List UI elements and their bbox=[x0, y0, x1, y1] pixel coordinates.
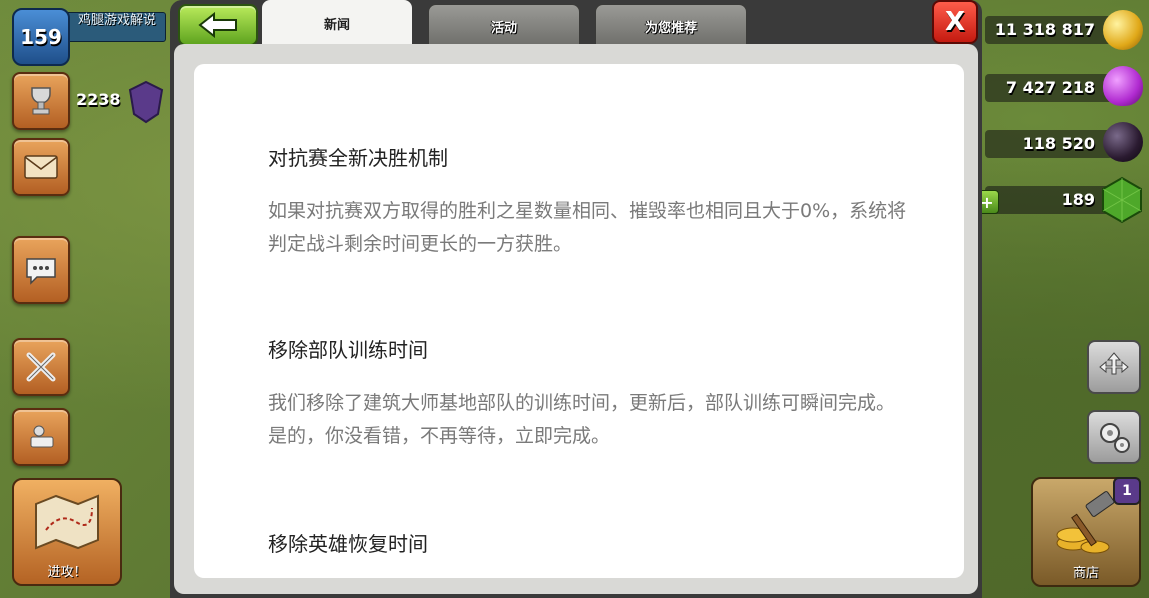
shop-button[interactable]: 1 商店 bbox=[1031, 477, 1141, 587]
news-article: 移除部队训练时间 我们移除了建筑大师基地部队的训练时间，更新后，部队训练可瞬间完… bbox=[268, 334, 908, 453]
news-dialog: 新闻 活动 为您推荐 X 对抗赛全新决胜机制 如果对抗赛双方取得的胜利之星数量相… bbox=[170, 0, 982, 598]
right-hud: 11 318 817 7 427 218 118 520 189 + 1 商店 bbox=[975, 0, 1149, 598]
back-button[interactable] bbox=[178, 4, 258, 46]
hammer-coins-icon bbox=[1056, 491, 1115, 554]
builder-icon bbox=[30, 425, 54, 448]
elixir-drop-icon bbox=[1103, 66, 1143, 106]
tab-events[interactable]: 活动 bbox=[428, 4, 580, 48]
gold-value: 11 318 817 bbox=[994, 20, 1095, 39]
news-article: 对抗赛全新决胜机制 如果对抗赛双方取得的胜利之星数量相同、摧毁率也相同且大于0%… bbox=[268, 142, 908, 261]
left-hud: 159 鸡腿游戏解说 2238 进攻！ bbox=[0, 0, 170, 598]
attack-button[interactable]: 进攻！ bbox=[12, 478, 122, 586]
close-button[interactable]: X bbox=[932, 0, 978, 44]
tab-news-label: 新闻 bbox=[323, 17, 350, 33]
tab-recommended-label: 为您推荐 bbox=[644, 20, 697, 36]
league-shield-icon bbox=[128, 80, 164, 124]
article-body: 如果对抗赛双方取得的胜利之星数量相同、摧毁率也相同且大于0%，系统将判定战斗剩余… bbox=[268, 200, 907, 255]
dark-elixir-value: 118 520 bbox=[1022, 134, 1095, 153]
gold-bar: 11 318 817 bbox=[985, 16, 1113, 44]
dark-elixir-drop-icon bbox=[1103, 122, 1143, 162]
news-article: 移除英雄恢复时间 bbox=[268, 528, 908, 557]
plus-icon: + bbox=[980, 192, 994, 212]
chat-button[interactable] bbox=[12, 236, 70, 304]
shop-notification-badge: 1 bbox=[1113, 477, 1141, 505]
level-badge[interactable]: 159 bbox=[12, 8, 70, 66]
crossed-swords-icon bbox=[26, 352, 56, 382]
war-button[interactable] bbox=[12, 338, 70, 396]
tab-news[interactable]: 新闻 bbox=[262, 0, 412, 46]
article-body: 我们移除了建筑大师基地部队的训练时间，更新后，部队训练可瞬间完成。是的，你没看错… bbox=[268, 392, 896, 447]
gems-bar: 189 bbox=[985, 186, 1113, 214]
tab-events-label: 活动 bbox=[490, 20, 517, 36]
mail-button[interactable] bbox=[12, 138, 70, 196]
gems-value: 189 bbox=[1061, 190, 1095, 209]
trophy-button[interactable] bbox=[12, 72, 70, 130]
tab-recommended[interactable]: 为您推荐 bbox=[595, 4, 747, 48]
player-name: 鸡腿游戏解说 bbox=[78, 13, 157, 28]
trophy-icon bbox=[31, 87, 51, 115]
gem-icon bbox=[1102, 176, 1142, 224]
close-icon: X bbox=[944, 7, 966, 37]
level-value: 159 bbox=[20, 25, 62, 49]
elixir-bar: 7 427 218 bbox=[985, 74, 1113, 102]
builder-base-button[interactable] bbox=[12, 408, 70, 466]
news-content[interactable]: 对抗赛全新决胜机制 如果对抗赛双方取得的胜利之星数量相同、摧毁率也相同且大于0%… bbox=[194, 64, 964, 578]
gold-coin-icon bbox=[1103, 10, 1143, 50]
shop-label: 商店 bbox=[1072, 566, 1099, 581]
dark-elixir-bar: 118 520 bbox=[985, 130, 1113, 158]
dialog-body: 对抗赛全新决胜机制 如果对抗赛双方取得的胜利之星数量相同、摧毁率也相同且大于0%… bbox=[174, 44, 978, 594]
move-arrows-icon bbox=[1099, 352, 1129, 375]
elixir-value: 7 427 218 bbox=[1005, 78, 1095, 97]
chat-icon bbox=[26, 258, 56, 285]
map-icon bbox=[35, 494, 99, 550]
article-title: 移除英雄恢复时间 bbox=[268, 532, 428, 556]
article-title: 移除部队训练时间 bbox=[268, 338, 428, 362]
mail-icon bbox=[24, 155, 58, 179]
edit-layout-button[interactable] bbox=[1087, 340, 1141, 394]
article-title: 对抗赛全新决胜机制 bbox=[268, 146, 448, 170]
trophy-count: 2238 bbox=[76, 90, 121, 109]
attack-label: 进攻！ bbox=[47, 565, 87, 580]
settings-button[interactable] bbox=[1087, 410, 1141, 464]
gear-icon bbox=[1100, 423, 1130, 453]
back-arrow-icon bbox=[198, 12, 237, 38]
